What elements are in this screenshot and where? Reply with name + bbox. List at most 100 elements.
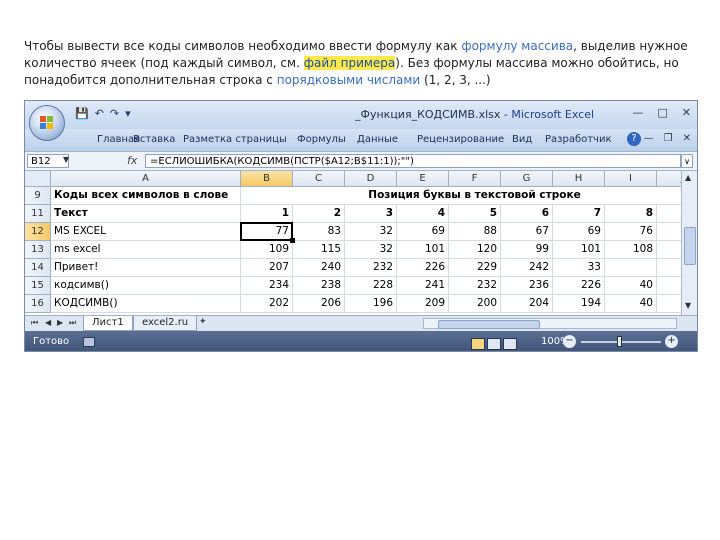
cell-b14[interactable]: 207 [241, 259, 293, 277]
ribbon-restore-icon[interactable]: ❐ [664, 133, 673, 144]
row-header-14[interactable]: 14 [25, 259, 51, 277]
maximize-icon[interactable]: □ [657, 106, 667, 119]
cell-f14[interactable]: 229 [449, 259, 501, 277]
cell-i15[interactable]: 40 [605, 277, 657, 295]
cell-h15[interactable]: 226 [553, 277, 605, 295]
cell-h12[interactable]: 69 [553, 223, 605, 241]
cell-c15[interactable]: 238 [293, 277, 345, 295]
cell-b12[interactable]: 77 [241, 223, 293, 241]
cell-g16[interactable]: 204 [501, 295, 553, 313]
cell-b11[interactable]: 1 [241, 205, 293, 223]
cell-c16[interactable]: 206 [293, 295, 345, 313]
cell-d15[interactable]: 228 [345, 277, 397, 295]
select-all-corner[interactable] [25, 171, 51, 187]
link-array-formula[interactable]: формулу массива [461, 39, 573, 53]
cell-c14[interactable]: 240 [293, 259, 345, 277]
cell-c13[interactable]: 115 [293, 241, 345, 259]
cell-h14[interactable]: 33 [553, 259, 605, 277]
cell-e13[interactable]: 101 [397, 241, 449, 259]
column-header-b[interactable]: B [241, 171, 293, 187]
macro-record-icon[interactable] [83, 337, 95, 347]
row-header-15[interactable]: 15 [25, 277, 51, 295]
cell-e16[interactable]: 209 [397, 295, 449, 313]
zoom-in-icon[interactable]: + [665, 335, 678, 348]
cell-d13[interactable]: 32 [345, 241, 397, 259]
column-header-g[interactable]: G [501, 171, 553, 187]
scroll-up-icon[interactable]: ▲ [685, 173, 691, 182]
tab-developer[interactable]: Разработчик [545, 134, 612, 145]
tab-review[interactable]: Рецензирование [417, 134, 504, 145]
cell-h13[interactable]: 101 [553, 241, 605, 259]
redo-icon[interactable]: ↷ [110, 107, 119, 120]
cell-c11[interactable]: 2 [293, 205, 345, 223]
link-example-file[interactable]: файл примера [303, 56, 396, 70]
cell-b13[interactable]: 109 [241, 241, 293, 259]
column-header-f[interactable]: F [449, 171, 501, 187]
zoom-out-icon[interactable]: − [563, 335, 576, 348]
first-sheet-icon[interactable]: ⏮ [31, 318, 38, 328]
cell-d11[interactable]: 3 [345, 205, 397, 223]
cell-d12[interactable]: 32 [345, 223, 397, 241]
ribbon-minimize-icon[interactable]: — [644, 133, 654, 144]
office-button[interactable] [29, 105, 65, 141]
cell-c12[interactable]: 83 [293, 223, 345, 241]
tab-insert[interactable]: Вставка [133, 134, 175, 145]
cell-a14[interactable]: Привет! [51, 259, 241, 277]
sheet-tab-list1[interactable]: Лист1 [83, 316, 133, 331]
column-header-c[interactable]: C [293, 171, 345, 187]
cell-a16[interactable]: КОДСИМВ() [51, 295, 241, 313]
tab-formulas[interactable]: Формулы [297, 134, 346, 145]
cell-a9[interactable]: Коды всех символов в слове [51, 187, 241, 205]
cell-j13[interactable] [657, 241, 681, 259]
row-header-13[interactable]: 13 [25, 241, 51, 259]
cell-i16[interactable]: 40 [605, 295, 657, 313]
undo-icon[interactable]: ↶ [95, 107, 104, 120]
cell-e12[interactable]: 69 [397, 223, 449, 241]
cell-f15[interactable]: 232 [449, 277, 501, 295]
formula-input[interactable]: =ЕСЛИОШИБКА(КОДСИМВ(ПСТР($A12;B$11:1));"… [145, 154, 681, 168]
cell-b16[interactable]: 202 [241, 295, 293, 313]
sheet-tab-excel2ru[interactable]: excel2.ru [133, 316, 198, 331]
cell-a13[interactable]: ms excel [51, 241, 241, 259]
vertical-scroll-thumb[interactable] [684, 227, 696, 265]
cell-e15[interactable]: 241 [397, 277, 449, 295]
cell-b9-merged-header[interactable]: Позиция буквы в текстовой строке [241, 187, 681, 205]
fill-handle[interactable] [290, 238, 295, 243]
link-ordinal-numbers[interactable]: порядковыми числами [277, 73, 420, 87]
expand-formula-icon[interactable]: ∨ [681, 154, 693, 168]
cell-a12[interactable]: MS EXCEL [51, 223, 241, 241]
column-header-h[interactable]: H [553, 171, 605, 187]
insert-sheet-icon[interactable]: ✦ [199, 317, 217, 329]
next-sheet-icon[interactable]: ▶ [57, 318, 63, 327]
last-sheet-icon[interactable]: ⏭ [69, 318, 76, 328]
name-box-dropdown-icon[interactable]: ▼ [63, 155, 69, 164]
cell-g14[interactable]: 242 [501, 259, 553, 277]
horizontal-scrollbar[interactable] [423, 318, 677, 329]
cell-j11[interactable]: 9 [657, 205, 681, 223]
cell-g15[interactable]: 236 [501, 277, 553, 295]
fx-icon[interactable]: fx [127, 154, 137, 167]
save-icon[interactable]: 💾 [75, 107, 89, 120]
cell-a11[interactable]: Текст [51, 205, 241, 223]
vertical-scrollbar[interactable]: ▲ ▼ [681, 171, 697, 315]
cell-e14[interactable]: 226 [397, 259, 449, 277]
scroll-down-icon[interactable]: ▼ [685, 301, 691, 310]
tab-page-layout[interactable]: Разметка страницы [183, 134, 287, 145]
qat-dropdown-icon[interactable]: ▾ [125, 107, 131, 120]
column-header-d[interactable]: D [345, 171, 397, 187]
cell-j15[interactable]: 41 [657, 277, 681, 295]
tab-data[interactable]: Данные [357, 134, 398, 145]
zoom-slider-thumb[interactable] [617, 336, 622, 347]
cell-e11[interactable]: 4 [397, 205, 449, 223]
page-layout-view-icon[interactable] [487, 338, 501, 350]
cell-d16[interactable]: 196 [345, 295, 397, 313]
cell-h11[interactable]: 7 [553, 205, 605, 223]
cell-d14[interactable]: 232 [345, 259, 397, 277]
cell-b15[interactable]: 234 [241, 277, 293, 295]
column-header-a[interactable]: A [51, 171, 241, 187]
cell-a15[interactable]: кодсимв() [51, 277, 241, 295]
horizontal-scroll-thumb[interactable] [438, 320, 540, 329]
column-header-i[interactable]: I [605, 171, 657, 187]
cell-h16[interactable]: 194 [553, 295, 605, 313]
cell-j12[interactable] [657, 223, 681, 241]
